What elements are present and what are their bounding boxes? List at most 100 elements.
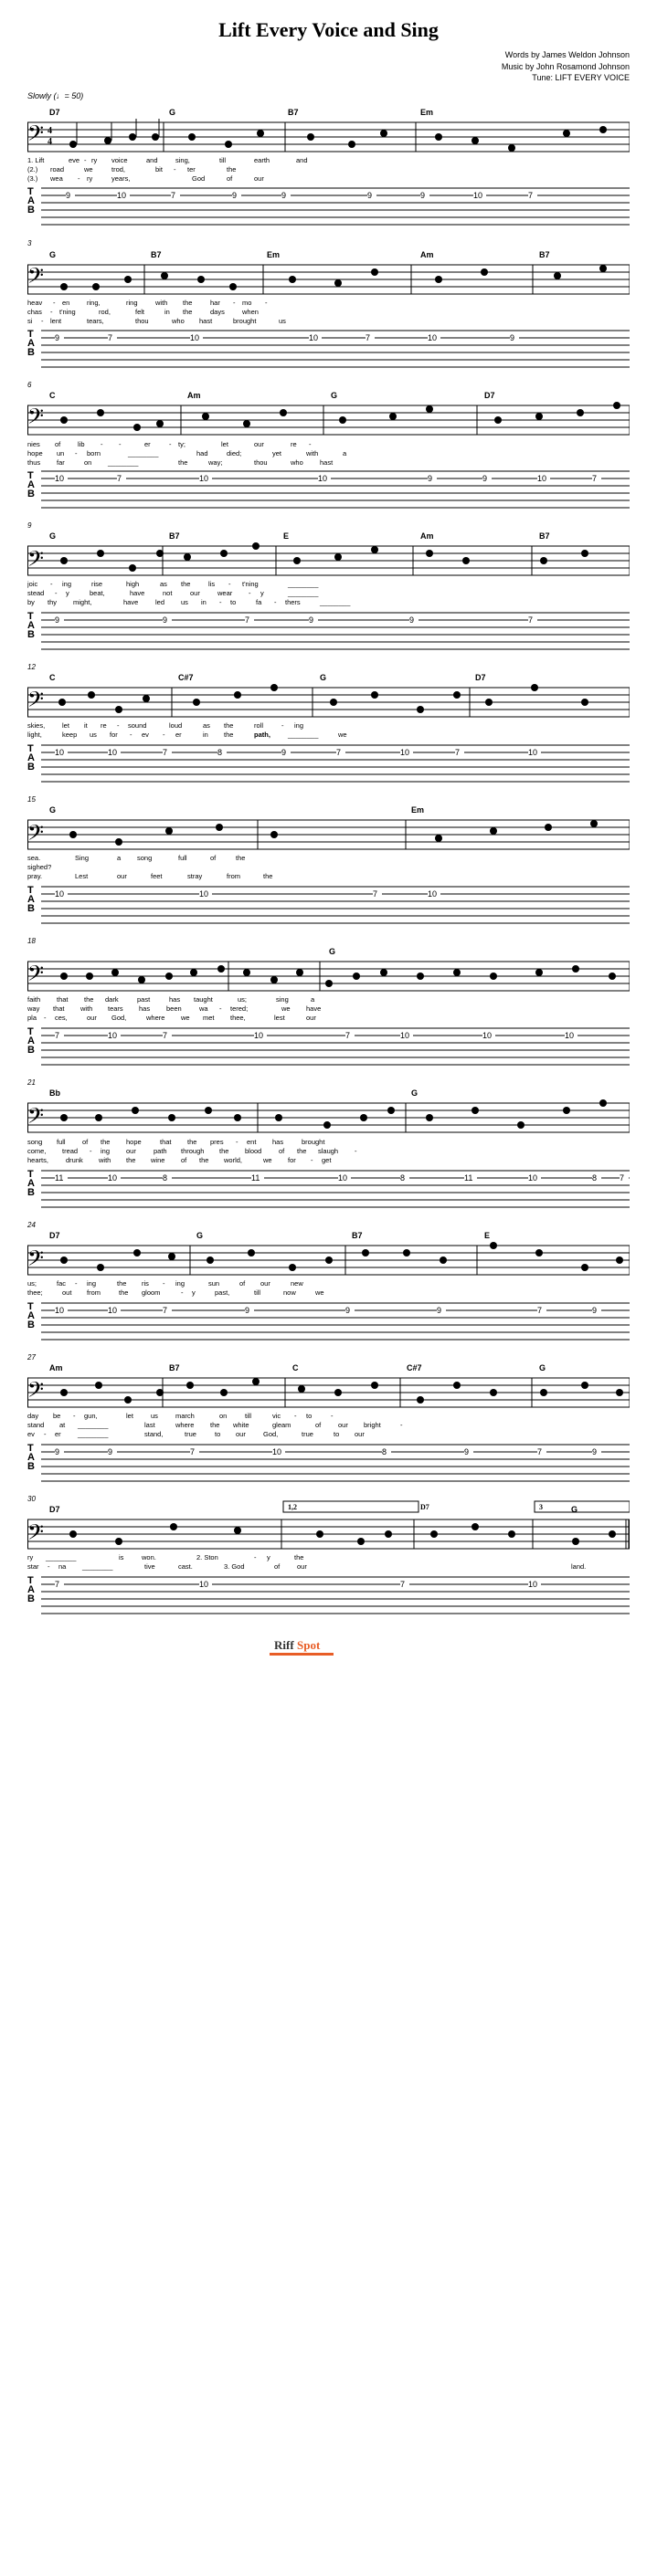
- svg-text:10: 10: [199, 889, 208, 899]
- svg-text:ces,: ces,: [55, 1014, 68, 1022]
- svg-text:won.: won.: [141, 1553, 156, 1561]
- svg-text:10: 10: [528, 1173, 537, 1183]
- svg-text:G: G: [49, 531, 56, 541]
- svg-text:lis: lis: [208, 580, 215, 588]
- svg-text:7: 7: [400, 1580, 405, 1589]
- svg-text:G: G: [49, 805, 56, 815]
- svg-text:7: 7: [528, 191, 533, 200]
- svg-text:1,2: 1,2: [288, 1503, 297, 1511]
- svg-text:thou: thou: [254, 458, 268, 467]
- svg-text:9: 9: [281, 748, 286, 757]
- svg-text:ev: ev: [142, 731, 149, 739]
- music-credit: Music by John Rosamond Johnson: [27, 61, 630, 73]
- svg-text:-: -: [50, 580, 53, 588]
- svg-text:10: 10: [55, 474, 64, 483]
- svg-text:God,: God,: [263, 1430, 278, 1438]
- svg-text:7: 7: [528, 615, 533, 625]
- svg-text:white: white: [232, 1421, 249, 1429]
- svg-text:where: where: [175, 1421, 194, 1429]
- svg-text:when: when: [241, 308, 259, 316]
- svg-text:skies,: skies,: [27, 721, 45, 730]
- svg-text:y: y: [267, 1553, 270, 1561]
- svg-text:Am: Am: [49, 1363, 63, 1372]
- svg-text:(3.): (3.): [27, 174, 38, 183]
- svg-text:ev: ev: [27, 1430, 35, 1438]
- svg-text:10: 10: [108, 1031, 117, 1040]
- svg-text:B: B: [27, 489, 35, 499]
- svg-text:thers: thers: [285, 598, 301, 606]
- svg-text:cast.: cast.: [178, 1562, 193, 1571]
- svg-text:C#7: C#7: [407, 1363, 422, 1372]
- svg-text:3. God: 3. God: [224, 1562, 245, 1571]
- svg-text:of: of: [55, 440, 61, 448]
- svg-text:D7: D7: [49, 1231, 60, 1240]
- svg-text:4: 4: [48, 126, 52, 136]
- svg-text:10: 10: [55, 1306, 64, 1315]
- svg-text:9: 9: [464, 1447, 469, 1456]
- svg-text:stray: stray: [187, 872, 203, 880]
- svg-text:9: 9: [420, 191, 425, 200]
- svg-text:have: have: [123, 598, 138, 606]
- svg-text:till: till: [254, 1288, 260, 1297]
- svg-text:to: to: [215, 1430, 220, 1438]
- svg-text:-: -: [53, 299, 56, 307]
- svg-text:thy: thy: [48, 598, 57, 606]
- svg-text:fac: fac: [57, 1279, 66, 1288]
- svg-text:beat,: beat,: [90, 589, 105, 597]
- svg-text:we: we: [180, 1014, 190, 1022]
- svg-text:for: for: [288, 1156, 296, 1164]
- svg-text:-: -: [75, 449, 78, 457]
- svg-text:9: 9: [232, 191, 237, 200]
- svg-text:out: out: [62, 1288, 72, 1297]
- svg-text:Em: Em: [411, 805, 424, 815]
- svg-text:last: last: [144, 1421, 156, 1429]
- svg-text:1. Lift: 1. Lift: [27, 156, 45, 164]
- svg-text:-: -: [169, 440, 172, 448]
- svg-text:lib: lib: [78, 440, 85, 448]
- svg-text:past,: past,: [215, 1288, 229, 1297]
- svg-text:new: new: [291, 1279, 303, 1288]
- svg-text:B: B: [27, 629, 35, 640]
- svg-text:9: 9: [409, 615, 414, 625]
- svg-text:our: our: [190, 589, 200, 597]
- svg-text:lent: lent: [50, 317, 62, 325]
- svg-text:tears,: tears,: [87, 317, 104, 325]
- svg-text:8: 8: [217, 748, 222, 757]
- svg-text:thee,: thee,: [230, 1014, 246, 1022]
- credits-block: Words by James Weldon Johnson Music by J…: [27, 49, 630, 84]
- svg-text:B7: B7: [352, 1231, 363, 1240]
- svg-text:God,: God,: [111, 1014, 126, 1022]
- svg-text:ing: ing: [62, 580, 71, 588]
- svg-text:G: G: [49, 250, 56, 259]
- svg-text:-: -: [236, 1138, 238, 1146]
- svg-text:sing: sing: [276, 995, 289, 1004]
- svg-text:D7: D7: [49, 108, 60, 117]
- svg-text:of: of: [274, 1562, 281, 1571]
- svg-text:and: and: [296, 156, 308, 164]
- svg-text:way: way: [27, 1004, 40, 1013]
- svg-text:7: 7: [245, 615, 249, 625]
- svg-text:who: who: [290, 458, 303, 467]
- svg-text:B7: B7: [539, 250, 550, 259]
- svg-text:the: the: [181, 580, 190, 588]
- svg-text:gun,: gun,: [84, 1412, 98, 1420]
- svg-text:in: in: [201, 598, 207, 606]
- svg-text:9: 9: [55, 1447, 59, 1456]
- svg-text:E: E: [484, 1231, 490, 1240]
- svg-text:ter: ter: [187, 165, 196, 173]
- svg-text:the: the: [199, 1156, 208, 1164]
- svg-text:keep: keep: [62, 731, 77, 739]
- svg-text:15: 15: [27, 795, 36, 804]
- svg-text:9: 9: [437, 1306, 441, 1315]
- svg-text:brought: brought: [233, 317, 257, 325]
- svg-text:B: B: [27, 1461, 35, 1472]
- svg-text:us: us: [90, 731, 97, 739]
- svg-text:march: march: [175, 1412, 195, 1420]
- svg-text:past: past: [137, 995, 151, 1004]
- svg-text:the: the: [178, 458, 187, 467]
- svg-text:𝄢: 𝄢: [27, 548, 44, 576]
- svg-text:of: of: [210, 854, 217, 862]
- svg-text:________: ________: [287, 580, 319, 588]
- svg-text:stead: stead: [27, 589, 44, 597]
- svg-text:B7: B7: [169, 1363, 180, 1372]
